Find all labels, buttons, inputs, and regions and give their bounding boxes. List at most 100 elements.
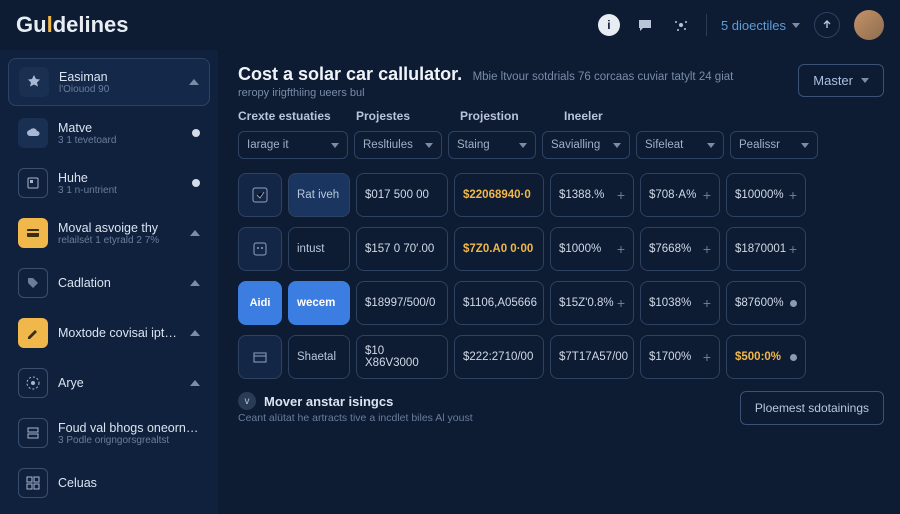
plus-icon[interactable]: + — [703, 187, 711, 203]
sidebar-item-matve[interactable]: Matve3 1 tevetoard — [8, 110, 210, 156]
chevron-down-icon — [331, 143, 339, 148]
target-icon — [18, 368, 48, 398]
sidebar-item-foud[interactable]: Foud val bhogs oneornvatic3 Podle origng… — [8, 410, 210, 456]
sidebar-item-celuas[interactable]: Celuas — [8, 460, 210, 506]
sidebar-item-huhe[interactable]: Huhe3 1 n-untrient — [8, 160, 210, 206]
cell-value[interactable]: $1388.%+ — [550, 173, 634, 217]
status-dot-icon — [192, 129, 200, 137]
main-content: Cost a solar car callulator. Mbie ltvour… — [218, 50, 900, 514]
sidebar: Easimanl'Oiouod 90 Matve3 1 tevetoard Hu… — [0, 50, 218, 514]
chevron-down-icon — [707, 143, 715, 148]
divider — [706, 14, 707, 36]
sidebar-item-easiman[interactable]: Easimanl'Oiouod 90 — [8, 58, 210, 106]
status-dot-icon — [790, 300, 797, 307]
directories-dropdown[interactable]: 5 dioectiles — [721, 18, 800, 33]
filter-row: Iarage it Resltiules Staing Savialling S… — [238, 131, 884, 159]
chat-icon[interactable] — [634, 14, 656, 36]
cell-value[interactable]: $15Z'0.8%+ — [550, 281, 634, 325]
collapse-icon — [190, 230, 200, 236]
filter-select[interactable]: Sifeleat — [636, 131, 724, 159]
star-icon — [19, 67, 49, 97]
plus-icon[interactable]: + — [617, 241, 625, 257]
filter-staging[interactable]: Staing — [448, 131, 536, 159]
info-icon[interactable]: i — [598, 14, 620, 36]
share-icon[interactable] — [814, 12, 840, 38]
sidebar-item-moxtode[interactable]: Moxtode covisai iptoatsyniackent — [8, 310, 210, 356]
chevron-down-icon — [519, 143, 527, 148]
master-dropdown[interactable]: Master — [798, 64, 884, 97]
status-dot-icon — [192, 179, 200, 187]
sidebar-item-moval[interactable]: Moval asvoige thyrelailsét 1 etyrald 2 7… — [8, 210, 210, 256]
footer-icon: v — [238, 392, 256, 410]
row-type-icon[interactable] — [238, 173, 282, 217]
row-label[interactable]: Rat iveh — [288, 173, 350, 217]
sidebar-item-arye[interactable]: Arye — [8, 360, 210, 406]
row-label[interactable]: Shaetal — [288, 335, 350, 379]
plus-icon[interactable]: + — [617, 187, 625, 203]
plus-icon[interactable]: + — [789, 187, 797, 203]
user-avatar[interactable] — [854, 10, 884, 40]
collapse-icon — [190, 380, 200, 386]
table-row: Aidi wecem $18997/500/0 $1106,A05666 $15… — [238, 281, 884, 325]
brush-icon — [18, 318, 48, 348]
cell-value[interactable]: $1700%+ — [640, 335, 720, 379]
cell-value[interactable]: $10000%+ — [726, 173, 806, 217]
column-headers: Crexte estuaties Projestes Projestion In… — [238, 109, 884, 123]
row-label[interactable]: intust — [288, 227, 350, 271]
plus-icon[interactable]: + — [703, 349, 711, 365]
collapse-icon — [190, 330, 200, 336]
cell-value[interactable]: $1038%+ — [640, 281, 720, 325]
page-subtitle-inline: Mbie ltvour sotdrials 76 corcaas cuviar … — [473, 71, 734, 83]
cell-value[interactable]: $157 0 70′.00 — [356, 227, 448, 271]
cell-value[interactable]: $7668%+ — [640, 227, 720, 271]
plus-icon[interactable]: + — [617, 295, 625, 311]
footer-title: Mover anstar isingcs — [264, 394, 393, 409]
collapse-icon — [190, 280, 200, 286]
filter-results[interactable]: Resltiules — [354, 131, 442, 159]
chevron-down-icon — [425, 143, 433, 148]
cell-value[interactable]: $1000%+ — [550, 227, 634, 271]
cell-value[interactable]: $7Z0.A0 0·00 — [454, 227, 544, 271]
cell-value[interactable]: $708·A%+ — [640, 173, 720, 217]
sidebar-item-cadlation[interactable]: Cadlation — [8, 260, 210, 306]
cloud-icon — [18, 118, 48, 148]
chevron-down-icon — [792, 23, 800, 28]
filter-saving[interactable]: Savialling — [542, 131, 630, 159]
collapse-icon — [189, 79, 199, 85]
footer-action-button[interactable]: Ploemest sdotainings — [740, 391, 884, 425]
cell-value[interactable]: $1106,A05666 — [454, 281, 544, 325]
status-dot-icon — [790, 354, 797, 361]
filter-pealissr[interactable]: Pealissr — [730, 131, 818, 159]
cell-value[interactable]: $18997/500/0 — [356, 281, 448, 325]
row-type-icon[interactable] — [238, 335, 282, 379]
cell-value[interactable]: $222:2710/00 — [454, 335, 544, 379]
card-icon — [18, 218, 48, 248]
page-subtitle: reropy irigfthiing ueers bul — [238, 87, 784, 99]
data-rows: Rat iveh $017 500 00 $22068940·0 $1388.%… — [238, 173, 884, 379]
app-logo: Guldelines — [16, 12, 129, 38]
table-row: intust $157 0 70′.00 $7Z0.A0 0·00 $1000%… — [238, 227, 884, 271]
filter-large[interactable]: Iarage it — [238, 131, 348, 159]
cell-value[interactable]: $500:0% — [726, 335, 806, 379]
table-row: Shaetal $10 X86V3000 $222:2710/00 $7T17A… — [238, 335, 884, 379]
row-label[interactable]: wecem — [288, 281, 350, 325]
chevron-down-icon — [801, 143, 809, 148]
table-row: Rat iveh $017 500 00 $22068940·0 $1388.%… — [238, 173, 884, 217]
page-title: Cost a solar car callulator. — [238, 64, 462, 84]
cell-value[interactable]: $10 X86V3000 — [356, 335, 448, 379]
footer-subtitle: Ceant alütat he artracts tive a incdlet … — [238, 412, 473, 424]
tag-icon — [18, 268, 48, 298]
cell-value[interactable]: $87600% — [726, 281, 806, 325]
plus-icon[interactable]: + — [703, 241, 711, 257]
row-type-icon[interactable] — [238, 227, 282, 271]
plus-icon[interactable]: + — [703, 295, 711, 311]
grid-icon — [18, 468, 48, 498]
plus-icon[interactable]: + — [789, 241, 797, 257]
cell-value[interactable]: $22068940·0 — [454, 173, 544, 217]
cell-value[interactable]: $7T17A57/00 — [550, 335, 634, 379]
stack-icon — [18, 418, 48, 448]
cell-value[interactable]: $1870001+ — [726, 227, 806, 271]
sparkle-icon[interactable] — [670, 14, 692, 36]
cell-value[interactable]: $017 500 00 — [356, 173, 448, 217]
row-type-icon[interactable]: Aidi — [238, 281, 282, 325]
